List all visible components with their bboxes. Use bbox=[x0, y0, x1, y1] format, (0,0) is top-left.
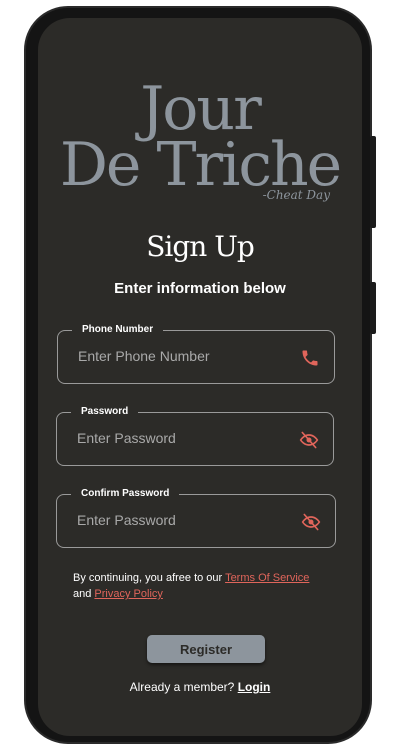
register-button[interactable]: Register bbox=[147, 635, 265, 663]
already-member-text: Already a member? bbox=[129, 680, 238, 694]
phone-label: Phone Number bbox=[72, 323, 164, 337]
already-member: Already a member? Login bbox=[38, 680, 362, 694]
terms-prefix: By continuing, you afree to our bbox=[73, 572, 226, 584]
terms-of-service-link[interactable]: Terms Of Service bbox=[225, 572, 309, 584]
confirm-password-field: Confirm Password bbox=[56, 487, 336, 548]
terms-text: By continuing, you afree to our Terms Of… bbox=[73, 570, 335, 602]
privacy-policy-link[interactable]: Privacy Policy bbox=[94, 588, 162, 600]
password-field: Password bbox=[56, 405, 334, 466]
phone-icon bbox=[300, 348, 320, 368]
page-subtitle: Enter information below bbox=[114, 280, 286, 297]
confirm-password-input[interactable] bbox=[75, 511, 285, 529]
eye-off-icon[interactable] bbox=[299, 430, 319, 450]
phone-input[interactable] bbox=[76, 347, 286, 365]
terms-and: and bbox=[73, 588, 95, 600]
eye-off-icon[interactable] bbox=[301, 512, 321, 532]
phone-field: Phone Number bbox=[57, 323, 335, 384]
password-label: Password bbox=[71, 405, 139, 419]
page-title: Sign Up bbox=[146, 230, 255, 263]
login-link[interactable]: Login bbox=[238, 680, 271, 694]
app-screen: Jour De Triche -Cheat Day Sign Up Enter … bbox=[38, 18, 362, 736]
logo-tagline: -Cheat Day bbox=[262, 188, 330, 202]
password-input[interactable] bbox=[75, 429, 285, 447]
confirm-password-label: Confirm Password bbox=[71, 487, 180, 501]
power-button bbox=[370, 282, 376, 334]
volume-button bbox=[370, 136, 376, 228]
